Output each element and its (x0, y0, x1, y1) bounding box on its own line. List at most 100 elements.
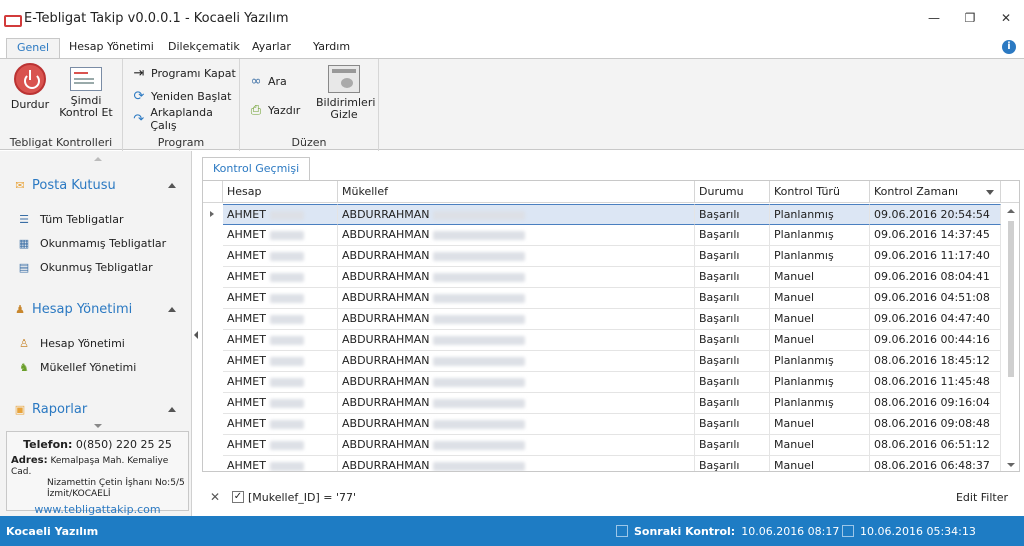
cell-mukellef[interactable]: ABDURRAHMAN (338, 246, 695, 267)
collapse-caret-icon[interactable] (168, 182, 176, 188)
cell-kontrol-turu[interactable]: Planlanmış (770, 351, 870, 372)
cell-hesap[interactable]: AHMET (223, 246, 338, 267)
hide-notifications-button[interactable]: Bildirimleri Gizle (316, 63, 375, 121)
cell-mukellef[interactable]: ABDURRAHMAN (338, 204, 695, 225)
grid-scrollbar[interactable] (1005, 205, 1017, 471)
edit-filter-button[interactable]: Edit Filter (956, 491, 1008, 504)
cell-durumu[interactable]: Başarılı (695, 204, 770, 225)
minimize-button[interactable]: — (916, 0, 952, 36)
stop-button[interactable]: Durdur (8, 63, 52, 111)
cell-durumu[interactable]: Başarılı (695, 414, 770, 435)
cell-kontrol-zamani[interactable]: 08.06.2016 09:08:48 (870, 414, 1001, 435)
cell-kontrol-zamani[interactable]: 09.06.2016 08:04:41 (870, 267, 1001, 288)
cell-hesap[interactable]: AHMET (223, 288, 338, 309)
cell-hesap[interactable]: AHMET (223, 393, 338, 414)
cell-kontrol-turu[interactable]: Planlanmış (770, 246, 870, 267)
section-posta-kutusu[interactable]: ✉ Posta Kutusu (12, 175, 184, 195)
panel-collapse-icon[interactable] (194, 331, 198, 339)
cell-hesap[interactable]: AHMET (223, 435, 338, 456)
cell-kontrol-turu[interactable]: Planlanmış (770, 393, 870, 414)
tab-kontrol-gecmisi[interactable]: Kontrol Geçmişi (202, 157, 311, 181)
scroll-up-icon[interactable] (1007, 209, 1015, 213)
tab-hesap-yonetimi[interactable]: Hesap Yönetimi (59, 38, 164, 58)
tab-yardim[interactable]: Yardım (303, 38, 360, 58)
table-row[interactable]: AHMET ABDURRAHMAN Başarılı Planlanmış 09.06.… (203, 204, 1019, 225)
cell-kontrol-zamani[interactable]: 09.06.2016 14:37:45 (870, 225, 1001, 246)
cell-durumu[interactable]: Başarılı (695, 456, 770, 471)
cell-kontrol-turu[interactable]: Manuel (770, 456, 870, 471)
cell-mukellef[interactable]: ABDURRAHMAN (338, 393, 695, 414)
table-row[interactable]: AHMET ABDURRAHMAN Başarılı Manuel 09.06.2016… (203, 309, 1019, 330)
cell-kontrol-zamani[interactable]: 09.06.2016 20:54:54 (870, 204, 1001, 225)
cell-kontrol-zamani[interactable]: 09.06.2016 04:47:40 (870, 309, 1001, 330)
cell-mukellef[interactable]: ABDURRAHMAN (338, 288, 695, 309)
cell-mukellef[interactable]: ABDURRAHMAN (338, 225, 695, 246)
tab-genel[interactable]: Genel (6, 38, 61, 59)
clear-filter-icon[interactable]: ✕ (210, 490, 224, 504)
table-row[interactable]: AHMET ABDURRAHMAN Başarılı Planlanmış 08.06.… (203, 393, 1019, 414)
cell-hesap[interactable]: AHMET (223, 456, 338, 471)
close-button[interactable]: ✕ (988, 0, 1024, 36)
cell-hesap[interactable]: AHMET (223, 267, 338, 288)
sidebar-item-hesap-yonetimi[interactable]: ♙ Hesap Yönetimi (16, 334, 125, 352)
cell-kontrol-turu[interactable]: Manuel (770, 267, 870, 288)
table-row[interactable]: AHMET ABDURRAHMAN Başarılı Planlanmış 09.06.… (203, 246, 1019, 267)
maximize-button[interactable]: ❐ (952, 0, 988, 36)
cell-kontrol-turu[interactable]: Planlanmış (770, 204, 870, 225)
restart-button[interactable]: ⟳ Yeniden Başlat (131, 86, 232, 106)
cell-durumu[interactable]: Başarılı (695, 435, 770, 456)
table-row[interactable]: AHMET ABDURRAHMAN Başarılı Manuel 08.06.2016… (203, 414, 1019, 435)
table-row[interactable]: AHMET ABDURRAHMAN Başarılı Manuel 08.06.2016… (203, 435, 1019, 456)
cell-durumu[interactable]: Başarılı (695, 330, 770, 351)
cell-kontrol-turu[interactable]: Manuel (770, 330, 870, 351)
cell-mukellef[interactable]: ABDURRAHMAN (338, 330, 695, 351)
cell-kontrol-turu[interactable]: Manuel (770, 435, 870, 456)
cell-kontrol-turu[interactable]: Manuel (770, 309, 870, 330)
cell-hesap[interactable]: AHMET (223, 414, 338, 435)
cell-kontrol-turu[interactable]: Manuel (770, 288, 870, 309)
cell-hesap[interactable]: AHMET (223, 204, 338, 225)
table-row[interactable]: AHMET ABDURRAHMAN Başarılı Manuel 09.06.2016… (203, 267, 1019, 288)
nav-scroll-up-icon[interactable] (94, 157, 102, 161)
column-header-kontrol-turu[interactable]: Kontrol Türü (770, 181, 870, 203)
print-button[interactable]: ⎙ Yazdır (248, 100, 300, 120)
cell-durumu[interactable]: Başarılı (695, 225, 770, 246)
info-icon[interactable]: i (1002, 40, 1016, 54)
search-button[interactable]: ∞ Ara (248, 71, 287, 91)
cell-kontrol-turu[interactable]: Manuel (770, 414, 870, 435)
cell-mukellef[interactable]: ABDURRAHMAN (338, 435, 695, 456)
check-now-button[interactable]: Şimdi Kontrol Et (58, 63, 114, 119)
cell-durumu[interactable]: Başarılı (695, 246, 770, 267)
cell-kontrol-turu[interactable]: Planlanmış (770, 372, 870, 393)
cell-mukellef[interactable]: ABDURRAHMAN (338, 267, 695, 288)
table-row[interactable]: AHMET ABDURRAHMAN Başarılı Manuel 08.06.2016… (203, 456, 1019, 471)
column-header-durumu[interactable]: Durumu (695, 181, 770, 203)
cell-hesap[interactable]: AHMET (223, 225, 338, 246)
column-header-mukellef[interactable]: Mükellef (338, 181, 695, 203)
sidebar-item-okunmamis-tebligatlar[interactable]: ▦ Okunmamış Tebligatlar (16, 234, 166, 252)
cell-kontrol-zamani[interactable]: 09.06.2016 04:51:08 (870, 288, 1001, 309)
nav-scroll-down-icon[interactable] (94, 424, 102, 428)
table-row[interactable]: AHMET ABDURRAHMAN Başarılı Planlanmış 09.06.… (203, 225, 1019, 246)
background-run-button[interactable]: ↷ Arkaplanda Çalış (131, 106, 239, 132)
close-program-button[interactable]: ⇥ Programı Kapat (131, 63, 236, 83)
cell-kontrol-zamani[interactable]: 09.06.2016 00:44:16 (870, 330, 1001, 351)
tab-ayarlar[interactable]: Ayarlar (242, 38, 301, 58)
cell-kontrol-zamani[interactable]: 08.06.2016 18:45:12 (870, 351, 1001, 372)
cell-kontrol-zamani[interactable]: 08.06.2016 06:51:12 (870, 435, 1001, 456)
cell-hesap[interactable]: AHMET (223, 309, 338, 330)
column-header-kontrol-zamani[interactable]: Kontrol Zamanı (870, 181, 1001, 203)
cell-hesap[interactable]: AHMET (223, 330, 338, 351)
cell-mukellef[interactable]: ABDURRAHMAN (338, 456, 695, 471)
cell-mukellef[interactable]: ABDURRAHMAN (338, 414, 695, 435)
cell-hesap[interactable]: AHMET (223, 351, 338, 372)
cell-durumu[interactable]: Başarılı (695, 351, 770, 372)
cell-kontrol-zamani[interactable]: 09.06.2016 11:17:40 (870, 246, 1001, 267)
table-row[interactable]: AHMET ABDURRAHMAN Başarılı Manuel 09.06.2016… (203, 288, 1019, 309)
filter-enabled-checkbox[interactable]: ✓ (232, 491, 244, 503)
table-row[interactable]: AHMET ABDURRAHMAN Başarılı Planlanmış 08.06.… (203, 372, 1019, 393)
collapse-caret-icon[interactable] (168, 406, 176, 412)
scroll-down-icon[interactable] (1007, 463, 1015, 467)
cell-mukellef[interactable]: ABDURRAHMAN (338, 309, 695, 330)
cell-kontrol-zamani[interactable]: 08.06.2016 09:16:04 (870, 393, 1001, 414)
